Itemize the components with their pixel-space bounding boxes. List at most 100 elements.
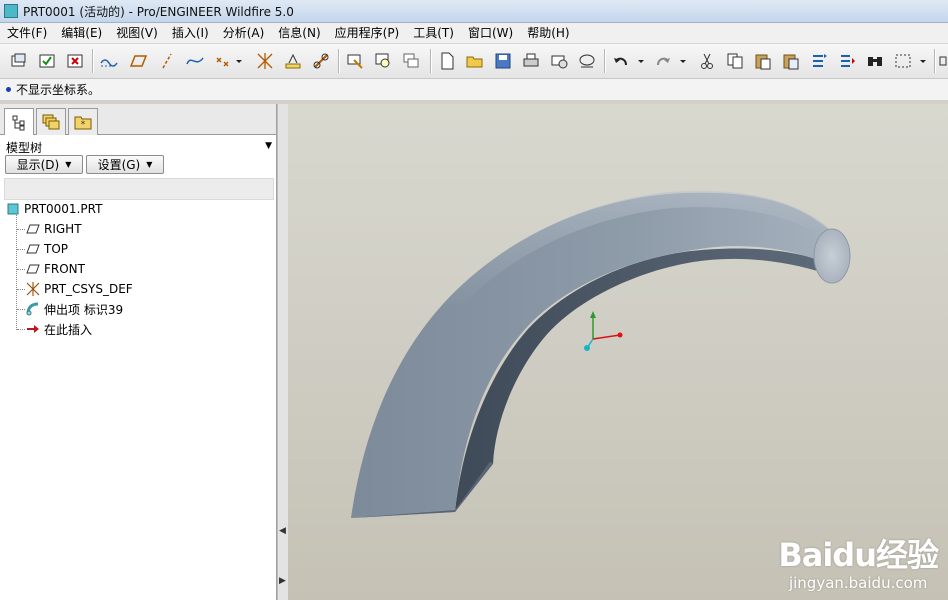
sweep-outer-face [351,192,833,518]
model-tree-filter-field[interactable] [4,178,274,200]
tree-item-sweep[interactable]: 伸出项 标识39 [26,300,123,318]
favorites-tab-icon[interactable]: * [68,108,98,135]
model-render [351,190,851,518]
tree-item-top[interactable]: TOP [26,240,68,258]
new-file-icon[interactable] [436,50,458,72]
tree-item-front[interactable]: FRONT [26,260,85,278]
datum-plane-display-icon[interactable] [128,50,150,72]
menu-analysis[interactable]: 分析(A) [216,23,272,43]
expand-right-icon[interactable]: ▶ [279,576,286,586]
sweep-protrusion-icon [26,302,40,316]
settings-dropdown-icon: ▼ [146,160,153,169]
print-icon[interactable] [520,50,542,72]
menu-applications[interactable]: 应用程序(P) [328,23,407,43]
cut-icon[interactable] [696,50,718,72]
close-window-icon[interactable] [64,50,86,72]
message-bar: 不显示坐标系。 [0,79,948,101]
csys-icon[interactable] [254,50,276,72]
model-tree-tab-icon[interactable] [4,108,34,136]
menu-bar: 文件(F) 编辑(E) 视图(V) 插入(I) 分析(A) 信息(N) 应用程序… [0,23,948,44]
tree-item-right[interactable]: RIGHT [26,220,82,238]
toolbar-overflow-icon[interactable] [938,50,948,72]
point-icon[interactable] [212,50,234,72]
copy-icon[interactable] [724,50,746,72]
axis-icon[interactable] [156,50,178,72]
undo-dropdown-icon[interactable] [634,50,648,72]
show-button[interactable]: 显示(D) ▼ [5,155,83,174]
collapse-left-icon[interactable]: ◀ [279,526,286,536]
menu-info[interactable]: 信息(N) [271,23,327,43]
menu-view[interactable]: 视图(V) [109,23,165,43]
part-icon [6,202,20,216]
tree-item-csys[interactable]: PRT_CSYS_DEF [26,280,133,298]
toolbar [0,44,948,79]
tree-item-label: RIGHT [44,222,82,236]
regenerate-icon[interactable] [808,50,830,72]
panel-splitter[interactable]: ◀ ▶ [277,104,288,600]
watermark-url: jingyan.baidu.com [788,574,928,592]
datum-plane-icon [26,262,40,276]
window-title: PRT0001 (活动的) - Pro/ENGINEER Wildfire 5.… [23,4,294,19]
tree-item-part[interactable]: PRT0001.PRT [6,200,102,218]
tree-item-label: 在此插入 [44,322,93,337]
menu-insert[interactable]: 插入(I) [165,23,216,43]
link-icon[interactable] [310,50,332,72]
tree-item-insert-here[interactable]: 在此插入 [26,320,92,338]
bullet-icon [6,87,11,92]
datum-plane-icon [26,222,40,236]
app-icon [4,4,18,18]
tree-item-label: PRT_CSYS_DEF [44,282,133,296]
message-text: 不显示坐标系。 [16,83,101,97]
datum-axis-display-icon[interactable] [98,50,120,72]
navigator-tabs: * [0,104,276,136]
watermark-logo: Baidu经验 [778,536,939,574]
tree-item-label: PRT0001.PRT [24,202,103,216]
paste-special-icon[interactable] [780,50,802,72]
zoom-fit-icon[interactable] [372,50,394,72]
point-dropdown-icon[interactable] [232,50,246,72]
send-icon[interactable] [576,50,598,72]
save-icon[interactable] [492,50,514,72]
show-button-label: 显示(D) [16,158,60,172]
regenerate-manager-icon[interactable] [836,50,858,72]
baidu-watermark: Baidu经验 jingyan.baidu.com [778,530,939,592]
show-dropdown-icon: ▼ [65,160,72,169]
open-folder-icon[interactable] [464,50,486,72]
dropdown-icon[interactable] [916,50,930,72]
panel-menu-arrow-icon[interactable]: ▼ [265,141,272,151]
undo-icon[interactable] [610,50,632,72]
settings-button-label: 设置(G) [97,158,141,172]
menu-window[interactable]: 窗口(W) [461,23,520,43]
window-icon[interactable] [8,50,30,72]
csys-triad-icon [584,311,623,351]
paste-icon[interactable] [752,50,774,72]
repaint-icon[interactable] [400,50,422,72]
svg-text:*: * [81,120,86,130]
model-tree-header: 模型树 ▼ 显示(D) ▼ 设置(G) ▼ [0,135,276,183]
navigator-panel: * 模型树 ▼ 显示(D) ▼ 设置(G) ▼ PRT0001.PRT RIGHT … [0,104,277,600]
find-icon[interactable] [864,50,886,72]
title-bar: PRT0001 (活动的) - Pro/ENGINEER Wildfire 5.… [0,0,948,23]
select-filter-icon[interactable] [344,50,366,72]
accept-icon[interactable] [36,50,58,72]
sweep-end-cap [813,228,851,284]
redo-icon[interactable] [652,50,674,72]
menu-help[interactable]: 帮助(H) [520,23,576,43]
menu-tools[interactable]: 工具(T) [406,23,461,43]
insert-here-arrow-icon [26,322,40,336]
settings-button[interactable]: 设置(G) ▼ [86,155,164,174]
annotation-icon[interactable] [282,50,304,72]
tree-item-label: TOP [44,242,69,256]
datum-plane-icon [26,242,40,256]
layers-tab-icon[interactable] [36,108,66,135]
graphics-viewport[interactable]: Baidu经验 jingyan.baidu.com [288,104,948,600]
redo-dropdown-icon[interactable] [676,50,690,72]
menu-edit[interactable]: 编辑(E) [54,23,109,43]
tree-item-label: FRONT [44,262,85,276]
menu-file[interactable]: 文件(F) [0,23,54,43]
csys-icon [26,282,40,296]
model-tree-title: 模型树 [6,141,43,155]
box-select-icon[interactable] [892,50,914,72]
curve-icon[interactable] [184,50,206,72]
email-icon[interactable] [548,50,570,72]
